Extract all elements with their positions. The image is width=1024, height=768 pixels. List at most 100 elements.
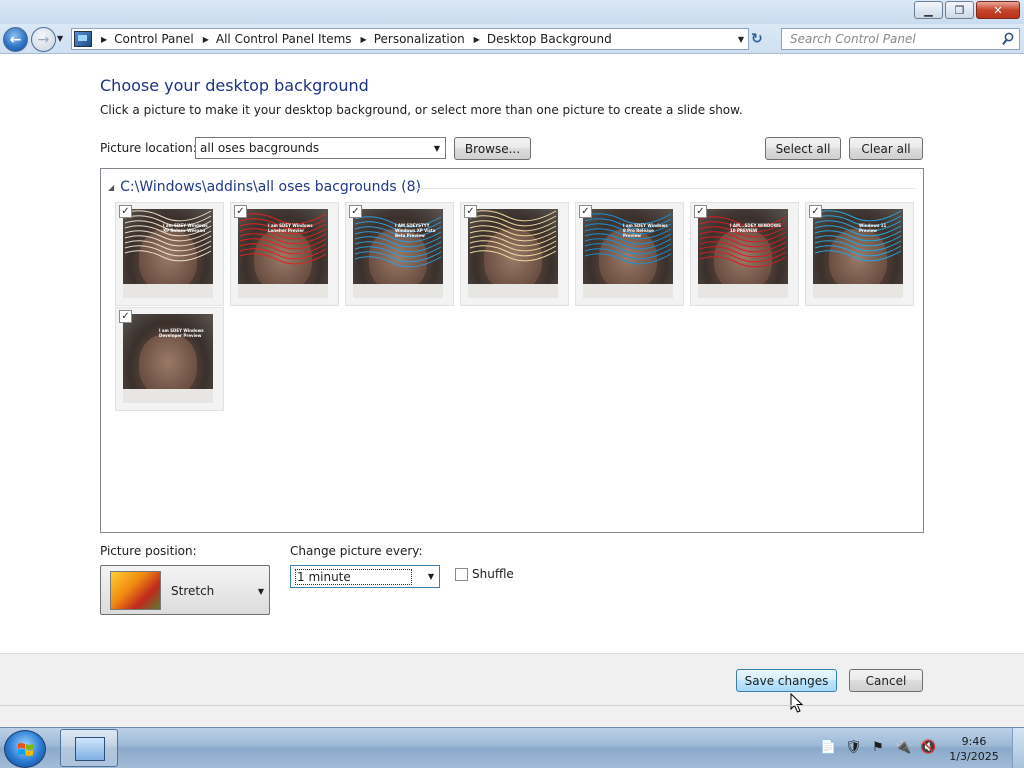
search-icon[interactable] <box>1002 32 1014 46</box>
power-plug-icon[interactable]: 🔌 <box>895 740 911 756</box>
breadcrumb-separator-icon[interactable]: ▶ <box>101 35 107 44</box>
thumbnail-checkbox[interactable]: ✓ <box>809 205 822 218</box>
system-tray: 📄 🛡 ⚑ 🔌 🔇 <box>820 740 945 756</box>
wallpaper-image[interactable]: I am SDEY Windows Developer Preview <box>123 314 213 403</box>
recent-pages-button[interactable]: ▼ <box>57 34 63 43</box>
clock-date: 1/3/2025 <box>949 750 999 763</box>
action-center-icon[interactable]: 📄 <box>820 740 836 756</box>
mouse-cursor-icon <box>790 693 804 713</box>
group-divider <box>415 188 915 189</box>
thumbnail-checkbox[interactable]: ✓ <box>234 205 247 218</box>
wallpaper-image[interactable]: I AM...SDEY WINDOWS 10 PREVIEW <box>698 209 788 298</box>
dialog-footer: Save changes Cancel <box>0 653 1024 727</box>
change-interval-select[interactable]: 1 minute ▼ <box>290 565 440 588</box>
picture-position-value: Stretch <box>171 584 215 598</box>
restore-icon: ❐ <box>954 3 965 17</box>
picture-gallery[interactable]: ◢ C:\Windows\addins\all oses bacgrounds … <box>100 168 924 533</box>
refresh-button[interactable]: ↻ <box>751 31 763 47</box>
close-button[interactable]: ✕ <box>976 1 1020 19</box>
wallpaper-caption: I AM...SDEY WINDOWS 10 PREVIEW <box>730 223 781 233</box>
portrait-face <box>139 334 197 396</box>
change-interval-value: 1 minute <box>295 568 412 585</box>
flower-preview-icon <box>110 571 161 610</box>
wallpaper-image[interactable]: I AM SDEYSTYY Windows XP Vista Beta Prev… <box>353 209 443 298</box>
address-bar[interactable]: ▶ Control Panel ▶ All Control Panel Item… <box>71 28 749 50</box>
thumbnail-checkbox[interactable]: ✓ <box>119 310 132 323</box>
breadcrumb-control-panel[interactable]: Control Panel <box>114 32 194 46</box>
cancel-button[interactable]: Cancel <box>849 669 923 692</box>
back-button[interactable]: ← <box>3 27 28 52</box>
thumbnail-checkbox[interactable]: ✓ <box>694 205 707 218</box>
scribble-overlay <box>469 210 557 262</box>
clock[interactable]: 9:46 1/3/2025 <box>944 734 1004 764</box>
show-desktop-button[interactable] <box>1012 728 1024 768</box>
forward-button[interactable]: → <box>31 27 56 52</box>
collapse-icon[interactable]: ◢ <box>108 183 114 192</box>
thumbnail-checkbox[interactable]: ✓ <box>349 205 362 218</box>
search-placeholder: Search Control Panel <box>790 32 916 46</box>
wallpaper-caption: I am SDEY Windows Lonehor Previer <box>268 223 313 233</box>
wallpaper-thumbnail[interactable]: ✓ <box>460 202 569 306</box>
wallpaper-thumbnail[interactable]: I AM...SDEY WINDOWS 10 PREVIEW ✓ <box>690 202 799 306</box>
control-panel-icon <box>75 737 105 761</box>
wallpaper-thumbnail[interactable]: I am SDEY Windows XP Relnex Weeann ✓ <box>115 202 224 306</box>
wallpaper-thumbnail[interactable]: I am SDEY Windows 8 Pro Release Preview ✓ <box>575 202 684 306</box>
picture-location-label: Picture location: <box>100 141 197 155</box>
wallpaper-image[interactable] <box>468 209 558 298</box>
breadcrumb-separator-icon[interactable]: ▶ <box>203 35 209 44</box>
change-picture-label: Change picture every: <box>290 544 423 558</box>
thumbnail-checkbox[interactable]: ✓ <box>464 205 477 218</box>
picture-location-select[interactable]: all oses bacgrounds ▼ <box>195 137 446 159</box>
search-input[interactable]: Search Control Panel <box>781 28 1020 50</box>
taskbar-control-panel[interactable] <box>60 729 118 767</box>
volume-muted-icon[interactable]: 🔇 <box>920 740 936 756</box>
clock-time: 9:46 <box>961 735 987 748</box>
windows-logo-icon <box>18 743 33 756</box>
control-panel-icon <box>74 31 92 47</box>
portrait-shirt <box>123 389 213 403</box>
main-content: Choose your desktop background Click a p… <box>0 55 1024 652</box>
page-title: Choose your desktop background <box>100 76 369 95</box>
flag-icon[interactable]: ⚑ <box>870 740 886 756</box>
thumbnail-checkbox[interactable]: ✓ <box>579 205 592 218</box>
wallpaper-image[interactable]: Windows 11 Preview <box>813 209 903 298</box>
wallpaper-caption: I AM SDEYSTYY Windows XP Vista Beta Prev… <box>395 223 436 238</box>
group-header[interactable]: ◢ C:\Windows\addins\all oses bacgrounds … <box>108 179 421 195</box>
back-arrow-icon: ← <box>9 31 22 48</box>
wallpaper-thumbnail[interactable]: I am SDEY Windows Developer Preview ✓ <box>115 307 224 411</box>
select-all-button[interactable]: Select all <box>765 137 841 160</box>
breadcrumb-personalization[interactable]: Personalization <box>374 32 465 46</box>
breadcrumb-separator-icon[interactable]: ▶ <box>361 35 367 44</box>
breadcrumb-separator-icon[interactable]: ▶ <box>474 35 480 44</box>
footer-divider <box>0 705 1024 706</box>
clear-all-button[interactable]: Clear all <box>849 137 923 160</box>
breadcrumb-all-items[interactable]: All Control Panel Items <box>216 32 352 46</box>
page-description: Click a picture to make it your desktop … <box>100 103 743 117</box>
wallpaper-image[interactable]: I am SDEY Windows Lonehor Previer <box>238 209 328 298</box>
wallpaper-image[interactable]: I am SDEY Windows 8 Pro Release Preview <box>583 209 673 298</box>
address-dropdown-icon[interactable]: ▼ <box>738 35 744 44</box>
close-icon: ✕ <box>993 3 1003 17</box>
title-bar: ▁ ❐ ✕ <box>0 0 1024 24</box>
minimize-button[interactable]: ▁ <box>914 1 943 19</box>
shuffle-checkbox[interactable]: Shuffle <box>455 567 514 581</box>
start-button[interactable] <box>4 730 46 768</box>
save-changes-button[interactable]: Save changes <box>736 669 837 692</box>
picture-position-label: Picture position: <box>100 544 197 558</box>
browse-button[interactable]: Browse... <box>454 137 531 160</box>
thumbnail-checkbox[interactable]: ✓ <box>119 205 132 218</box>
restore-button[interactable]: ❐ <box>945 1 974 19</box>
wallpaper-thumbnail[interactable]: I am SDEY Windows Lonehor Previer ✓ <box>230 202 339 306</box>
wallpaper-thumbnail[interactable]: Windows 11 Preview ✓ <box>805 202 914 306</box>
shuffle-check-box[interactable] <box>455 567 468 581</box>
security-shield-icon[interactable]: 🛡 <box>845 740 862 756</box>
picture-position-select[interactable]: Stretch ▼ <box>100 565 270 615</box>
wallpaper-caption: Windows 11 Preview <box>859 223 887 233</box>
wallpaper-thumbnail[interactable]: I AM SDEYSTYY Windows XP Vista Beta Prev… <box>345 202 454 306</box>
minimize-icon: ▁ <box>924 3 933 17</box>
wallpaper-caption: I am SDEY Windows 8 Pro Release Preview <box>623 223 668 238</box>
wallpaper-image[interactable]: I am SDEY Windows XP Relnex Weeann <box>123 209 213 298</box>
breadcrumb-desktop-background[interactable]: Desktop Background <box>487 32 612 46</box>
group-title: C:\Windows\addins\all oses bacgrounds (8… <box>120 179 421 195</box>
shuffle-label: Shuffle <box>472 567 514 581</box>
